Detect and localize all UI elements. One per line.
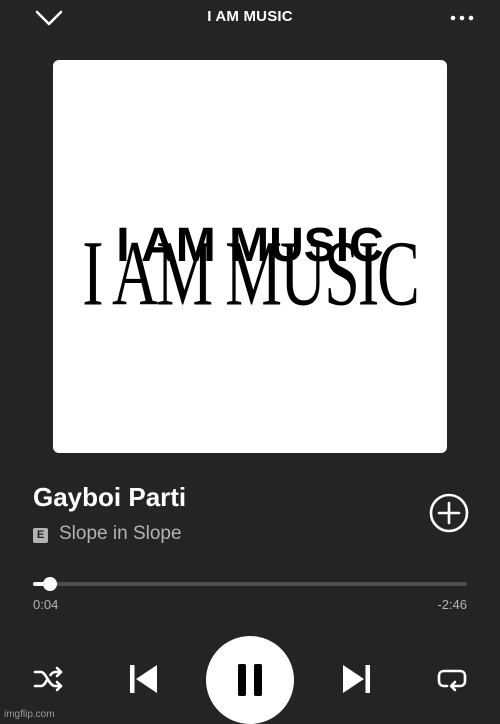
add-to-library-button[interactable] — [428, 492, 470, 534]
skip-next-icon — [343, 665, 370, 693]
album-artwork: I AM MUSIC I AM MUSIC — [53, 60, 447, 453]
progress-handle[interactable] — [43, 577, 58, 591]
pause-icon — [238, 664, 262, 696]
artist-name[interactable]: Slope in Slope — [59, 523, 182, 545]
previous-button[interactable] — [128, 662, 160, 696]
shuffle-icon — [33, 666, 63, 692]
more-dots-icon — [450, 15, 474, 21]
remaining-time: -2:46 — [437, 597, 467, 612]
more-options-button[interactable] — [448, 10, 476, 26]
watermark: imgflip.com — [4, 709, 55, 720]
song-title[interactable]: Gayboi Parti — [33, 482, 186, 513]
elapsed-time: 0:04 — [33, 597, 59, 612]
playlist-title: I AM MUSIC — [207, 8, 293, 25]
skip-previous-icon — [130, 665, 157, 693]
add-circle-icon — [429, 493, 469, 533]
shuffle-button[interactable] — [32, 664, 66, 694]
progress-track[interactable] — [33, 582, 467, 586]
repeat-icon — [437, 669, 467, 692]
artwork-bold-text: I AM MUSIC — [116, 219, 384, 272]
explicit-badge: E — [33, 528, 48, 543]
next-button[interactable] — [340, 662, 372, 696]
repeat-button[interactable] — [434, 664, 470, 694]
pause-button[interactable] — [206, 636, 294, 724]
